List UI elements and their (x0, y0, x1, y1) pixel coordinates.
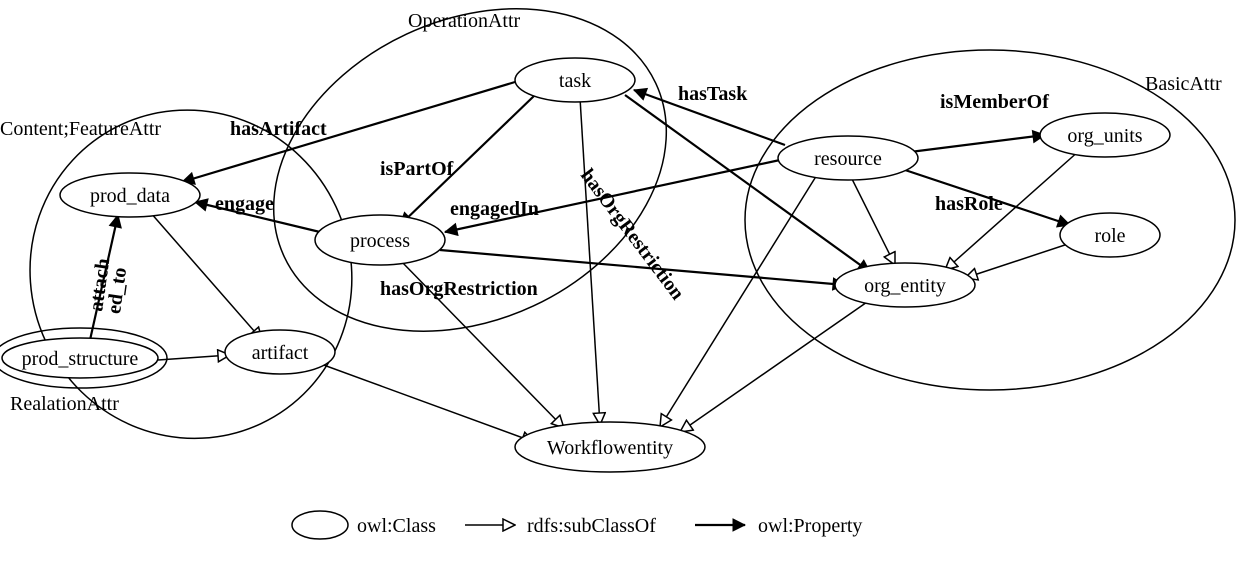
svg-text:org_entity: org_entity (864, 275, 946, 297)
class-artifact: artifact (225, 330, 335, 374)
svg-text:artifact: artifact (252, 342, 309, 364)
legend-property-label: owl:Property (758, 515, 862, 537)
label-engagedin: engagedIn (450, 198, 539, 220)
legend-class-label: owl:Class (357, 515, 436, 537)
label-hasrole: hasRole (935, 193, 1003, 215)
group-label-basicattr: BasicAttr (1145, 73, 1222, 95)
legend-subclass-label: rdfs:subClassOf (527, 515, 656, 537)
label-ismemberof: isMemberOf (940, 91, 1049, 113)
class-org-entity: org_entity (835, 263, 975, 307)
label-hasorgrestriction-process: hasOrgRestriction (380, 278, 538, 300)
label-ispartof: isPartOf (380, 158, 454, 180)
legend: owl:Class rdfs:subClassOf owl:Property (292, 511, 862, 539)
class-resource: resource (778, 136, 918, 180)
svg-text:prod_structure: prod_structure (22, 348, 139, 370)
svg-text:prod_data: prod_data (90, 185, 170, 207)
label-engage: engage (215, 193, 274, 215)
svg-text:task: task (559, 70, 591, 92)
label-attached-to: attach ed_to (85, 252, 133, 315)
svg-text:resource: resource (814, 148, 882, 170)
svg-text:org_units: org_units (1067, 125, 1142, 147)
svg-text:Workflowentity: Workflowentity (547, 437, 673, 459)
class-role: role (1060, 213, 1160, 257)
ontology-diagram: OperationAttr Content;FeatureAttr BasicA… (0, 0, 1240, 568)
class-nodes: task process prod_data prod_structure ar… (2, 58, 1170, 472)
group-label-contentfeatureattr: Content;FeatureAttr (0, 118, 161, 140)
label-hasartifact: hasArtifact (230, 118, 327, 140)
label-hastask: hasTask (678, 83, 748, 105)
svg-text:process: process (350, 230, 410, 252)
class-prod-data: prod_data (60, 173, 200, 217)
svg-text:role: role (1094, 225, 1125, 247)
legend-class-icon (292, 511, 348, 539)
class-process: process (315, 215, 445, 265)
class-org-units: org_units (1040, 113, 1170, 157)
class-prod-structure: prod_structure (2, 338, 158, 378)
class-task: task (515, 58, 635, 102)
group-label-relationattr: RealationAttr (10, 393, 119, 415)
label-hasorgrestriction-task: hasOrgRestriction (576, 165, 689, 304)
group-label-operationattr: OperationAttr (408, 10, 521, 32)
class-workflowentity: Workflowentity (515, 422, 705, 472)
